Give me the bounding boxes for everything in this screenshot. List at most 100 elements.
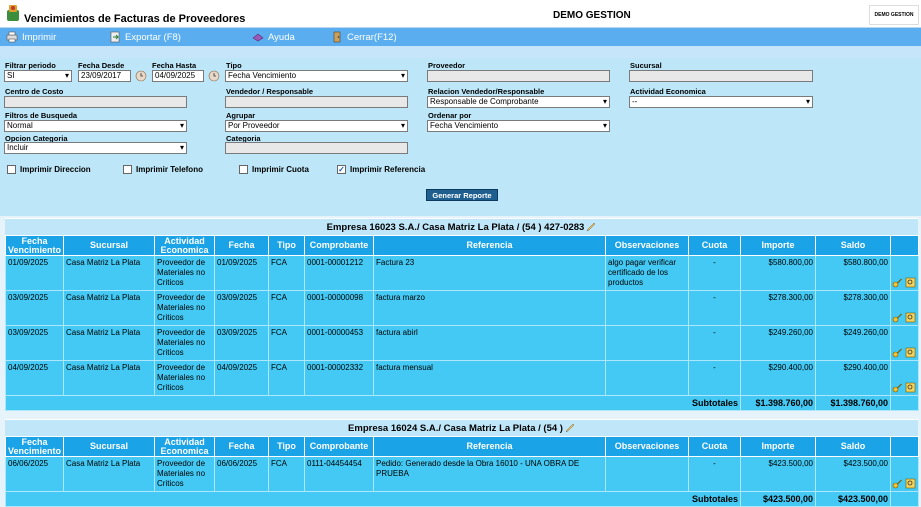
categoria-input[interactable] xyxy=(225,142,408,154)
opcion-categoria-select[interactable]: Incluir xyxy=(4,142,187,154)
checkbox-box[interactable] xyxy=(239,165,248,174)
help-button[interactable]: Ayuda xyxy=(252,30,295,44)
subtotal-empty xyxy=(890,491,919,507)
column-header: Importe xyxy=(740,235,816,256)
actividad-label: Actividad Economica xyxy=(630,87,706,96)
column-header: Observaciones xyxy=(605,235,689,256)
invoice-table: Fecha Vencimiento Sucursal Actividad Eco… xyxy=(5,235,919,411)
column-header xyxy=(890,235,919,256)
subtotal-label: Subtotales xyxy=(5,395,741,411)
column-header: Fecha Vencimiento xyxy=(5,436,64,457)
subtotal-row: Subtotales $423.500,00 $423.500,00 xyxy=(5,491,919,507)
group-title: Empresa 16024 S.A./ Casa Matriz La Plata… xyxy=(348,422,563,434)
close-icon xyxy=(333,31,341,43)
table-header: Fecha Vencimiento Sucursal Actividad Eco… xyxy=(5,235,919,256)
key-icon[interactable] xyxy=(892,277,903,288)
proveedor-input[interactable] xyxy=(427,70,610,82)
column-header xyxy=(890,436,919,457)
checkbox-imprimir-referencia[interactable]: ✓ Imprimir Referencia xyxy=(337,165,425,174)
view-icon[interactable] xyxy=(905,347,916,358)
observaciones-cell: algo pagar verificar certificado de los … xyxy=(605,255,689,291)
close-button[interactable]: Cerrar(F12) xyxy=(331,30,397,44)
fecha-cell: 01/09/2025 xyxy=(214,255,269,291)
export-button[interactable]: Exportar (F8) xyxy=(109,30,181,44)
proveedor-label: Proveedor xyxy=(428,61,466,70)
actions-cell xyxy=(890,360,919,396)
vendedor-input[interactable] xyxy=(225,96,408,108)
sucursal-cell: Casa Matriz La Plata xyxy=(63,456,155,492)
edit-icon[interactable] xyxy=(586,222,596,232)
brand-logo: DEMO GESTION xyxy=(869,5,919,25)
checkbox-imprimir-direccion[interactable]: Imprimir Direccion xyxy=(7,165,91,174)
filtros-busqueda-select[interactable]: Normal xyxy=(4,120,187,132)
checkbox-box[interactable] xyxy=(123,165,132,174)
tipo-select[interactable]: Fecha Vencimiento xyxy=(225,70,408,82)
importe-cell: $278.300,00 xyxy=(740,290,816,326)
importe-cell: $249.260,00 xyxy=(740,325,816,361)
tipo-cell: FCA xyxy=(268,360,305,396)
view-icon[interactable] xyxy=(905,382,916,393)
fecha-cell: 06/06/2025 xyxy=(214,456,269,492)
sucursal-input[interactable] xyxy=(629,70,813,82)
venc-cell: 03/09/2025 xyxy=(5,290,64,326)
key-icon[interactable] xyxy=(892,347,903,358)
centro-costo-label: Centro de Costo xyxy=(5,87,64,96)
checkbox-box[interactable] xyxy=(7,165,16,174)
comprobante-cell: 0001-00002332 xyxy=(304,360,374,396)
agrupar-label: Agrupar xyxy=(226,111,256,120)
checkbox-label: Imprimir Direccion xyxy=(20,165,91,174)
fecha-desde-input[interactable]: 23/09/2017 xyxy=(78,70,131,82)
view-icon[interactable] xyxy=(905,478,916,489)
checkbox-imprimir-telefono[interactable]: Imprimir Telefono xyxy=(123,165,203,174)
export-icon xyxy=(110,31,120,43)
edit-icon[interactable] xyxy=(565,423,575,433)
column-header: Saldo xyxy=(815,235,891,256)
column-header: Observaciones xyxy=(605,436,689,457)
generate-report-button[interactable]: Generar Reporte xyxy=(426,189,498,201)
actividad-cell: Proveedor de Materiales no Criticos xyxy=(154,325,215,361)
relacion-select[interactable]: Responsable de Comprobante xyxy=(427,96,610,108)
key-icon[interactable] xyxy=(892,382,903,393)
calendar-icon[interactable] xyxy=(208,70,220,82)
actions-cell xyxy=(890,456,919,492)
checkbox-imprimir-cuota[interactable]: Imprimir Cuota xyxy=(239,165,309,174)
saldo-cell: $580.800,00 xyxy=(815,255,891,291)
sucursal-cell: Casa Matriz La Plata xyxy=(63,290,155,326)
column-header: Sucursal xyxy=(63,436,155,457)
column-header: Referencia xyxy=(373,235,606,256)
key-icon[interactable] xyxy=(892,478,903,489)
actions-cell xyxy=(890,325,919,361)
actions-cell xyxy=(890,255,919,291)
filtrar-periodo-select[interactable]: SI xyxy=(4,70,72,82)
print-button[interactable]: Imprimir xyxy=(6,30,56,44)
cuota-cell: - xyxy=(688,325,741,361)
actividad-cell: Proveedor de Materiales no Criticos xyxy=(154,290,215,326)
observaciones-cell xyxy=(605,290,689,326)
saldo-cell: $249.260,00 xyxy=(815,325,891,361)
invoice-table: Fecha Vencimiento Sucursal Actividad Eco… xyxy=(5,436,919,507)
sucursal-cell: Casa Matriz La Plata xyxy=(63,255,155,291)
view-icon[interactable] xyxy=(905,277,916,288)
comprobante-cell: 0111-04454454 xyxy=(304,456,374,492)
centro-costo-input[interactable] xyxy=(4,96,187,108)
company-name: DEMO GESTION xyxy=(553,10,631,21)
actividad-cell: Proveedor de Materiales no Criticos xyxy=(154,360,215,396)
venc-cell: 06/06/2025 xyxy=(5,456,64,492)
checkbox-box[interactable]: ✓ xyxy=(337,165,346,174)
comprobante-cell: 0001-00000098 xyxy=(304,290,374,326)
importe-cell: $290.400,00 xyxy=(740,360,816,396)
agrupar-select[interactable]: Por Proveedor xyxy=(225,120,408,132)
calendar-icon[interactable] xyxy=(135,70,147,82)
view-icon[interactable] xyxy=(905,312,916,323)
venc-cell: 03/09/2025 xyxy=(5,325,64,361)
ordenar-select[interactable]: Fecha Vencimiento xyxy=(427,120,610,132)
subtotal-row: Subtotales $1.398.760,00 $1.398.760,00 xyxy=(5,395,919,411)
relacion-label: Relacion Vendedor/Responsable xyxy=(428,87,545,96)
subtotal-label: Subtotales xyxy=(5,491,741,507)
fecha-cell: 03/09/2025 xyxy=(214,325,269,361)
subtotal-empty xyxy=(890,395,919,411)
referencia-cell: factura mensual xyxy=(373,360,606,396)
key-icon[interactable] xyxy=(892,312,903,323)
actividad-select[interactable]: -- xyxy=(629,96,813,108)
fecha-hasta-input[interactable]: 04/09/2025 xyxy=(152,70,204,82)
